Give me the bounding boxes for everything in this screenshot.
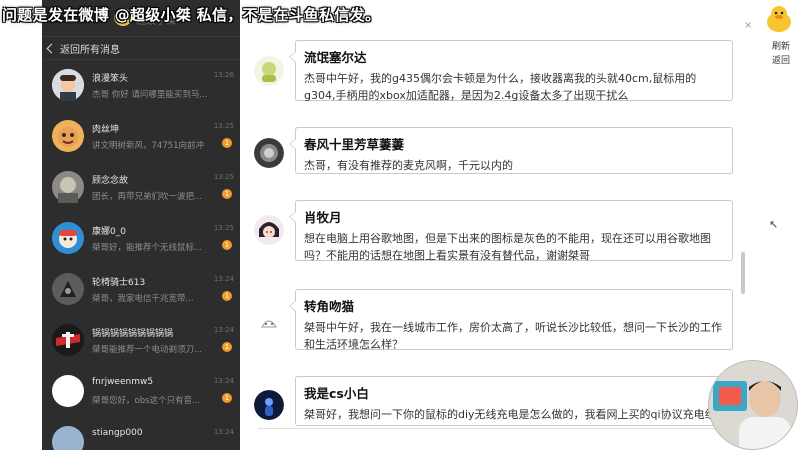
avatar bbox=[52, 375, 84, 407]
unread-badge: 1 bbox=[222, 138, 232, 148]
chat-preview: 讲文明树新风，74751向前冲 bbox=[92, 141, 205, 151]
message-text: 想在电脑上用谷歌地图，但是下出来的图标是灰色的不能用，现在还可以用谷歌地图吗？不… bbox=[304, 232, 711, 262]
chat-preview: 团长，再带兄弟们吹一波把... bbox=[92, 192, 203, 202]
overlay-caption: 问题是发在微博 @超级小桀 私信，不是在斗鱼私信发。 bbox=[2, 6, 381, 24]
close-icon[interactable]: × bbox=[744, 20, 752, 31]
message-text: 桀哥中午好，我在一线城市工作，房价太高了，听说长沙比较低，想问一下长沙的工作和生… bbox=[304, 321, 722, 351]
chat-preview: 杰哥 你好 请问哪里能买到马... bbox=[92, 90, 208, 100]
chat-list-item[interactable]: 肉丝坤 讲文明树新风，74751向前冲 13:25 1 bbox=[42, 111, 240, 162]
chat-time: 13:24 bbox=[213, 377, 234, 385]
avatar bbox=[254, 215, 284, 245]
chat-list-item[interactable]: 浪漫笨头 杰哥 你好 请问哪里能买到马... 13:26 bbox=[42, 60, 240, 111]
avatar bbox=[52, 69, 84, 101]
avatar bbox=[52, 324, 84, 356]
chat-time: 13:25 bbox=[213, 122, 234, 130]
avatar bbox=[52, 426, 84, 450]
chat-list-item[interactable]: fnrjweenmw5 桀哥您好，obs这个只有音... 13:24 1 bbox=[42, 366, 240, 417]
chat-name: 顾念念故 bbox=[92, 176, 129, 186]
unread-badge: 1 bbox=[222, 393, 232, 403]
message-bubble: 春风十里芳草萋萋 杰哥，有没有推荐的麦克风啊，千元以内的 bbox=[289, 127, 733, 174]
avatar bbox=[52, 273, 84, 305]
back-to-all-messages[interactable]: 返回所有消息 bbox=[42, 37, 240, 60]
message-text: 杰哥，有没有推荐的麦克风啊，千元以内的 bbox=[304, 159, 513, 172]
message-username: 流氓塞尔达 bbox=[304, 50, 367, 65]
avatar bbox=[254, 56, 284, 86]
chat-time: 13:24 bbox=[213, 326, 234, 334]
divider bbox=[258, 428, 738, 429]
avatar bbox=[52, 120, 84, 152]
message-bubble: 流氓塞尔达 杰哥中午好，我的g435偶尔会卡顿是为什么，接收器离我的头就40cm… bbox=[289, 40, 733, 102]
chat-name: 轮椅骑士613 bbox=[92, 278, 146, 288]
message-text: 桀哥好，我想问一下你的鼠标的diy无线充电是怎么做的，我看网上买的qi协议充电组… bbox=[304, 408, 716, 421]
chat-preview: 桀哥您好，obs这个只有音... bbox=[92, 396, 201, 406]
chat-time: 13:25 bbox=[213, 173, 234, 181]
message-text: 杰哥中午好，我的g435偶尔会卡顿是为什么，接收器离我的头就40cm,鼠标用的g… bbox=[304, 72, 697, 102]
mouse-cursor-icon: ↖ bbox=[769, 218, 779, 231]
back-label: 返回所有消息 bbox=[60, 44, 120, 56]
message-username: 转角吻猫 bbox=[304, 299, 355, 314]
chat-time: 13:24 bbox=[213, 428, 234, 436]
message-area: 流氓塞尔达 杰哥中午好，我的g435偶尔会卡顿是为什么，接收器离我的头就40cm… bbox=[246, 0, 746, 450]
chat-list-panel: 超级小桀 返回所有消息 浪漫笨头 杰哥 你好 请问哪里能买到马... 13:26… bbox=[42, 0, 240, 450]
chat-time: 13:26 bbox=[213, 71, 234, 79]
message-bubble: 我是cs小白 桀哥好，我想问一下你的鼠标的diy无线充电是怎么做的，我看网上买的… bbox=[295, 376, 733, 426]
unread-badge: 1 bbox=[222, 240, 232, 250]
return-label: 返回 bbox=[771, 56, 790, 66]
chat-list-item[interactable]: 锅锅锅锅锅锅锅锅锅 桀哥能推荐一个电动剃须刀... 13:24 1 bbox=[42, 315, 240, 366]
message-username: 我是cs小白 bbox=[304, 386, 369, 401]
chat-list-item[interactable]: 轮椅骑士613 桀哥，我家电信千兆宽带... 13:24 1 bbox=[42, 264, 240, 315]
message-bubble: 转角吻猫 桀哥中午好，我在一线城市工作，房价太高了，听说长沙比较低，想问一下长沙… bbox=[289, 289, 733, 351]
chat-name: 肉丝坤 bbox=[92, 125, 120, 135]
chat-list-item[interactable]: 顾念念故 团长，再带兄弟们吹一波把... 13:25 1 bbox=[42, 162, 240, 213]
unread-badge: 1 bbox=[222, 291, 232, 301]
chevron-left-icon bbox=[46, 43, 57, 53]
scrollbar-thumb[interactable] bbox=[741, 252, 745, 294]
avatar bbox=[254, 138, 284, 168]
unread-badge: 1 bbox=[222, 189, 232, 199]
message-username: 肖牧月 bbox=[304, 210, 342, 225]
chat-name: 康娜0_0 bbox=[92, 227, 126, 237]
duck-logo-icon bbox=[764, 4, 794, 34]
webcam-overlay bbox=[708, 360, 798, 450]
message-bubble: 肖牧月 想在电脑上用谷歌地图，但是下出来的图标是灰色的不能用，现在还可以用谷歌地… bbox=[289, 200, 733, 262]
refresh-label: 刷新 bbox=[771, 42, 790, 52]
chat-time: 13:25 bbox=[213, 224, 234, 232]
chat-name: stiangp000 bbox=[92, 428, 143, 438]
message-username: 春风十里芳草萋萋 bbox=[304, 137, 405, 152]
chat-list-item[interactable]: stiangp000 13:24 bbox=[42, 417, 240, 450]
chat-name: fnrjweenmw5 bbox=[92, 377, 154, 387]
avatar bbox=[52, 222, 84, 254]
chat-preview: 桀哥，我家电信千兆宽带... bbox=[92, 294, 194, 304]
avatar bbox=[254, 307, 284, 337]
refresh-button[interactable]: 刷新 返回 bbox=[766, 40, 796, 68]
chat-name: 锅锅锅锅锅锅锅锅锅 bbox=[92, 329, 174, 339]
chat-time: 13:24 bbox=[213, 275, 234, 283]
unread-badge: 1 bbox=[222, 342, 232, 352]
avatar bbox=[254, 390, 284, 420]
chat-preview: 桀哥好，能推荐个无线鼠标... bbox=[92, 243, 203, 253]
chat-preview: 桀哥能推荐一个电动剃须刀... bbox=[92, 345, 203, 355]
chat-list-item[interactable]: 康娜0_0 桀哥好，能推荐个无线鼠标... 13:25 1 bbox=[42, 213, 240, 264]
chat-name: 浪漫笨头 bbox=[92, 74, 129, 84]
avatar bbox=[52, 171, 84, 203]
